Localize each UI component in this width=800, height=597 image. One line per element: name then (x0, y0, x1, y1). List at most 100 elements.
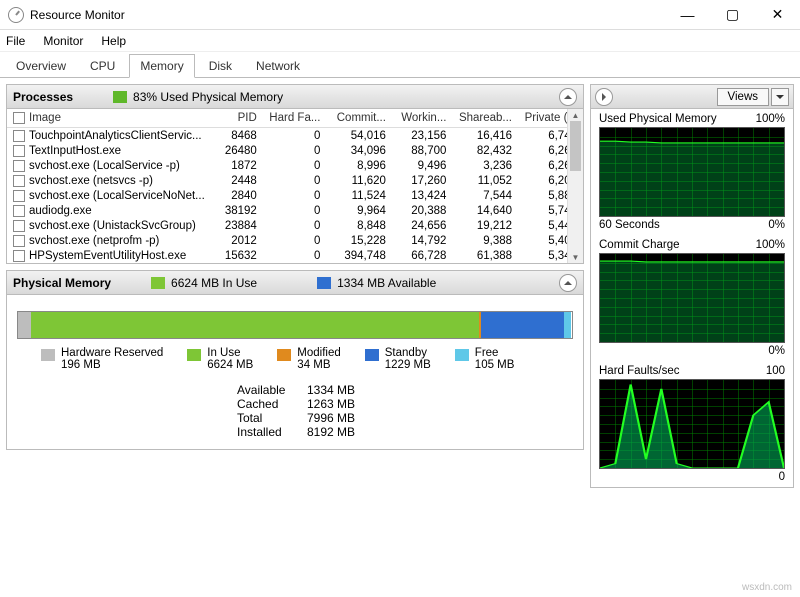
graph-canvas (599, 127, 785, 217)
minimize-button[interactable]: — (665, 0, 710, 30)
checkbox-all[interactable] (13, 112, 25, 124)
menu-file[interactable]: File (6, 34, 25, 48)
graph-max: 100% (756, 239, 785, 251)
row-checkbox[interactable] (13, 160, 25, 172)
col-share[interactable]: Shareab... (452, 109, 518, 128)
title-bar: Resource Monitor — ▢ ✕ (0, 0, 800, 30)
graph-bottom-right: 0% (768, 219, 785, 231)
table-row[interactable]: svchost.exe (netsvcs -p) 2448011,620 17,… (7, 173, 583, 188)
row-checkbox[interactable] (13, 220, 25, 232)
membar-segment (564, 312, 571, 338)
detail-value: 7996 MB (307, 411, 355, 425)
graphs-panel: Views Used Physical Memory 100% 60 Second… (590, 84, 794, 488)
detail-label: Installed (237, 425, 307, 439)
graph-bottom-left: 60 Seconds (599, 219, 660, 231)
graph-title: Commit Charge (599, 239, 680, 251)
graph-canvas (599, 379, 785, 469)
memory-bar (17, 311, 573, 339)
table-row[interactable]: TextInputHost.exe 26480034,096 88,70082,… (7, 143, 583, 158)
detail-label: Total (237, 411, 307, 425)
legend-swatch (455, 349, 469, 361)
processes-table: Image PID Hard Fa... Commit... Workin...… (7, 109, 583, 263)
scroll-down-icon[interactable]: ▼ (568, 251, 583, 263)
legend-item: Free105 MB (455, 347, 515, 371)
window-buttons: — ▢ ✕ (665, 0, 800, 30)
table-row[interactable]: svchost.exe (netprofm -p) 2012015,228 14… (7, 233, 583, 248)
processes-title: Processes (13, 90, 73, 104)
row-checkbox[interactable] (13, 235, 25, 247)
status-text: 83% Used Physical Memory (133, 90, 283, 104)
graph-max: 100 (766, 365, 785, 377)
legend-swatch (277, 349, 291, 361)
graph-title: Used Physical Memory (599, 113, 717, 125)
memory-legend: Hardware Reserved196 MBIn Use6624 MBModi… (7, 347, 583, 379)
detail-label: Cached (237, 397, 307, 411)
memory-details: Available1334 MB Cached1263 MB Total7996… (7, 379, 583, 449)
collapse-icon[interactable] (559, 88, 577, 106)
graph-max: 100% (756, 113, 785, 125)
legend-label: In Use (207, 347, 253, 359)
membar-segment (18, 312, 31, 338)
legend-value: 105 MB (475, 359, 515, 371)
tab-memory[interactable]: Memory (129, 54, 194, 78)
graph-block: Used Physical Memory 100% 60 Seconds 0% (591, 109, 793, 235)
table-row[interactable]: TouchpointAnalyticsClientServic... 84680… (7, 128, 583, 144)
table-row[interactable]: svchost.exe (LocalService -p) 187208,996… (7, 158, 583, 173)
collapse-icon[interactable] (559, 274, 577, 292)
processes-header[interactable]: Processes 83% Used Physical Memory (7, 85, 583, 109)
watermark: wsxdn.com (742, 582, 792, 593)
col-pid[interactable]: PID (212, 109, 262, 128)
views-button[interactable]: Views (717, 88, 769, 106)
graph-block: Commit Charge100% 0% (591, 235, 793, 361)
graphs-header: Views (591, 85, 793, 109)
row-checkbox[interactable] (13, 250, 25, 262)
col-commit[interactable]: Commit... (326, 109, 392, 128)
legend-label: Hardware Reserved (61, 347, 163, 359)
row-checkbox[interactable] (13, 175, 25, 187)
tab-disk[interactable]: Disk (199, 55, 242, 77)
legend-swatch (365, 349, 379, 361)
window-title: Resource Monitor (30, 8, 125, 22)
detail-value: 1334 MB (307, 383, 355, 397)
tab-network[interactable]: Network (246, 55, 310, 77)
row-checkbox[interactable] (13, 145, 25, 157)
table-row[interactable]: svchost.exe (LocalServiceNoNet... 284001… (7, 188, 583, 203)
legend-swatch (187, 349, 201, 361)
menu-bar: File Monitor Help (0, 30, 800, 52)
physmem-title: Physical Memory (13, 276, 111, 290)
table-row[interactable]: HPSystemEventUtilityHost.exe 156320394,7… (7, 248, 583, 263)
graph-title: Hard Faults/sec (599, 365, 680, 377)
membar-segment (31, 312, 479, 338)
maximize-button[interactable]: ▢ (710, 0, 755, 30)
legend-item: Hardware Reserved196 MB (41, 347, 163, 371)
vertical-scrollbar[interactable]: ▲ ▼ (567, 109, 583, 263)
tab-overview[interactable]: Overview (6, 55, 76, 77)
menu-help[interactable]: Help (101, 34, 126, 48)
tab-cpu[interactable]: CPU (80, 55, 125, 77)
row-checkbox[interactable] (13, 190, 25, 202)
menu-monitor[interactable]: Monitor (43, 34, 83, 48)
row-checkbox[interactable] (13, 205, 25, 217)
table-row[interactable]: audiodg.exe 3819209,964 20,38814,6405,74… (7, 203, 583, 218)
membar-segment (481, 312, 564, 338)
close-button[interactable]: ✕ (755, 0, 800, 30)
legend-value: 1229 MB (385, 359, 431, 371)
col-hard[interactable]: Hard Fa... (263, 109, 327, 128)
inuse-swatch (151, 277, 165, 289)
row-checkbox[interactable] (13, 130, 25, 142)
col-working[interactable]: Workin... (392, 109, 452, 128)
scroll-thumb[interactable] (570, 121, 581, 171)
legend-item: Standby1229 MB (365, 347, 431, 371)
detail-label: Available (237, 383, 307, 397)
scroll-up-icon[interactable]: ▲ (568, 109, 583, 121)
detail-value: 8192 MB (307, 425, 355, 439)
avail-text: 1334 MB Available (337, 276, 436, 290)
views-dropdown-icon[interactable] (771, 88, 789, 106)
legend-value: 34 MB (297, 359, 340, 371)
detail-value: 1263 MB (307, 397, 355, 411)
expand-right-icon[interactable] (595, 88, 613, 106)
col-image[interactable]: Image (7, 109, 212, 128)
app-icon (8, 7, 24, 23)
physmem-header[interactable]: Physical Memory 6624 MB In Use 1334 MB A… (7, 271, 583, 295)
table-row[interactable]: svchost.exe (UnistackSvcGroup) 2388408,8… (7, 218, 583, 233)
